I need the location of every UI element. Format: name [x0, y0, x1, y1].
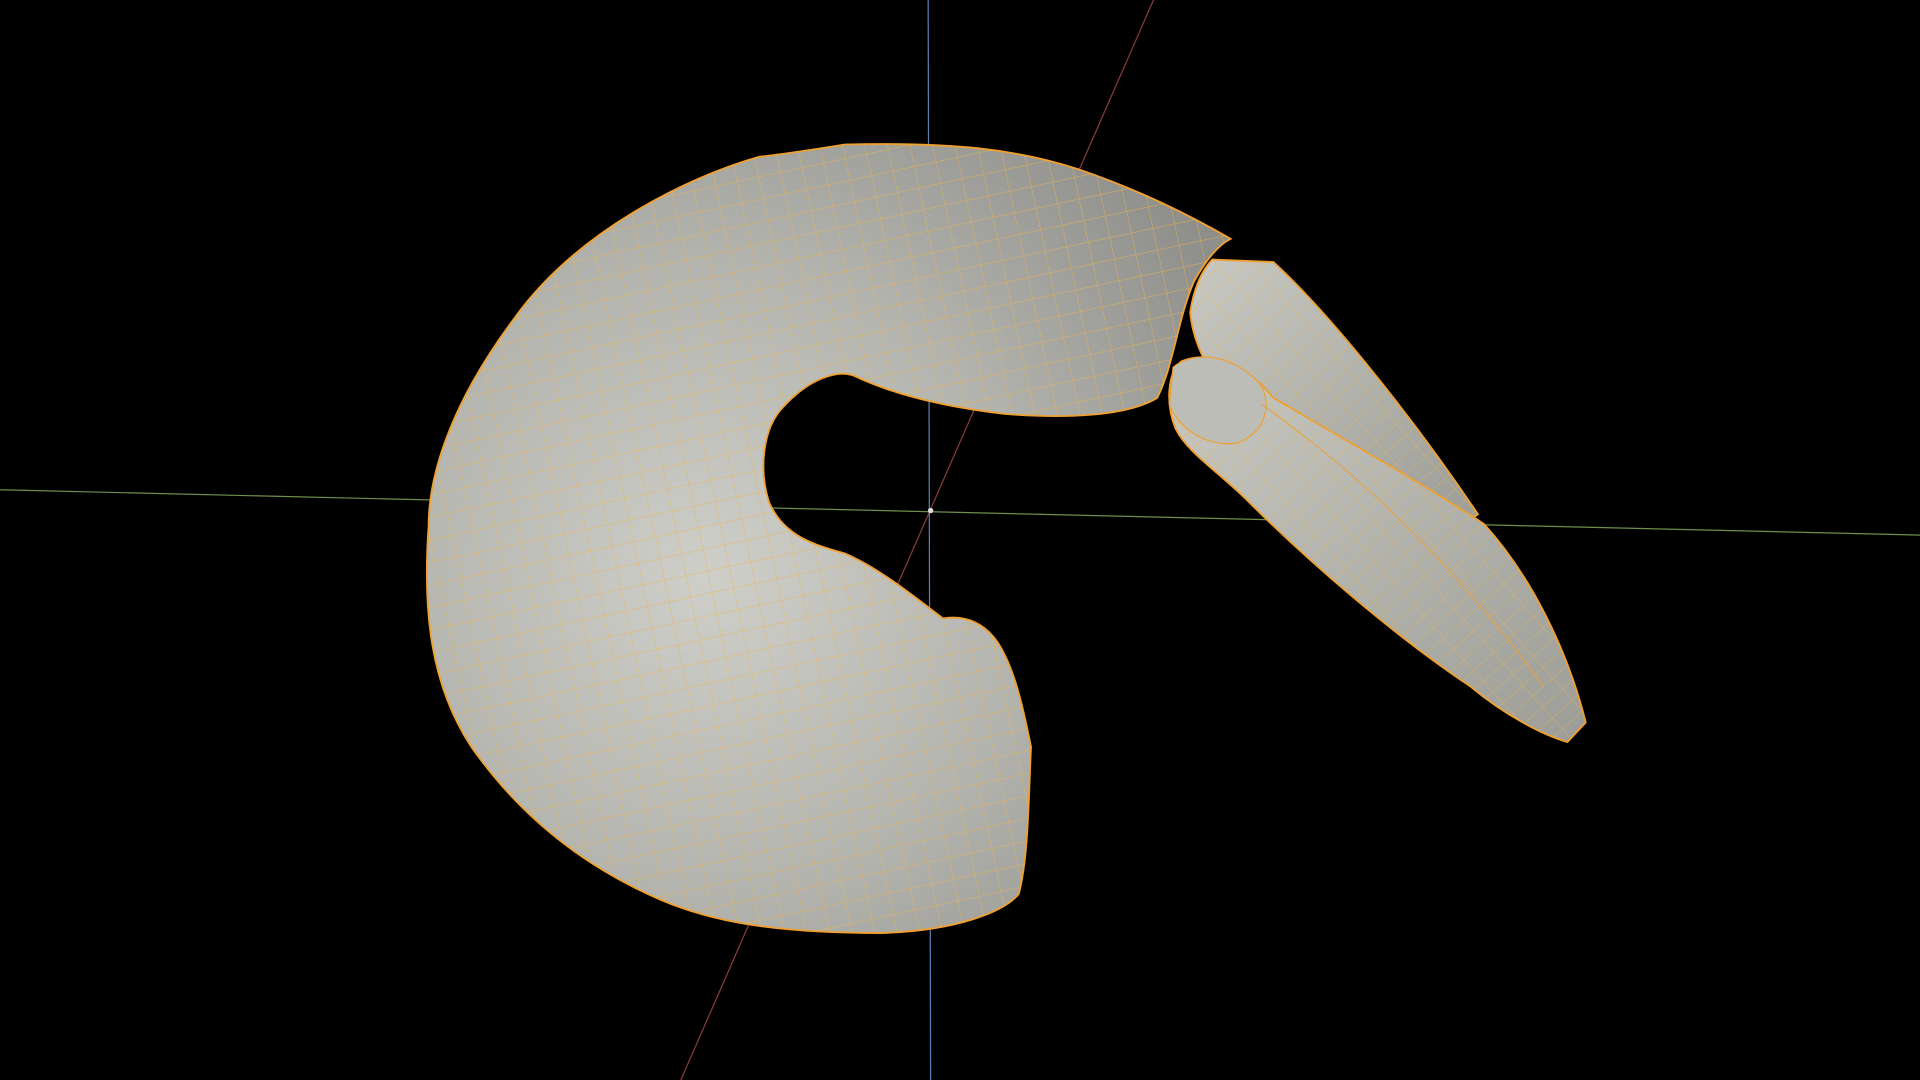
viewport-canvas[interactable]	[0, 0, 1920, 1080]
3d-viewport[interactable]	[0, 0, 1920, 1080]
y-axis-line	[0, 489, 1920, 536]
mesh-object[interactable]	[425, 143, 1587, 934]
world-origin-marker	[927, 507, 934, 514]
mesh-body-wireframe	[426, 144, 1231, 934]
